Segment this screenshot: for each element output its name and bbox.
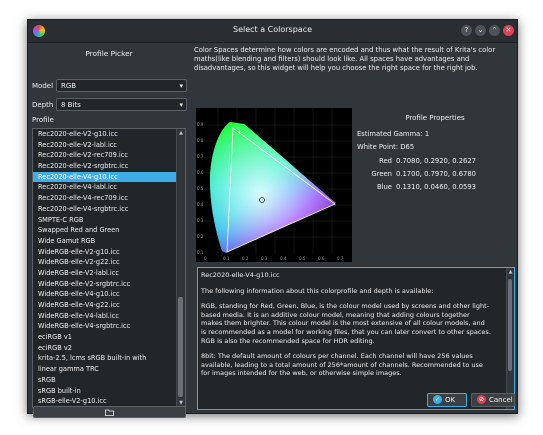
gamma-value: 1 <box>424 130 430 138</box>
scroll-up-icon[interactable]: ▲ <box>177 129 185 137</box>
profile-list-item[interactable]: linear gamma TRC <box>33 364 178 375</box>
blue-label: Blue <box>376 183 392 191</box>
cancel-icon: ⊘ <box>477 395 486 404</box>
profile-list-item[interactable]: WideRGB-elle-V2-labl.icc <box>33 268 178 279</box>
green-label: Green <box>371 170 392 178</box>
ok-button-label: OK <box>445 396 456 404</box>
chromaticity-diagram: 0.9 0.8 0.7 0.6 0.5 0.4 0.3 0.2 0.1 0 0.1 0.2 0.3 0.… <box>196 108 352 262</box>
help-icon[interactable]: ? <box>461 25 472 36</box>
profile-info-box[interactable]: Rec2020-elle-V4-g10.icc The following in… <box>197 267 515 410</box>
profile-list-item[interactable]: WideRGB-elle-V4-srgbtrc.icc <box>33 321 178 332</box>
scrollbar-thumb[interactable] <box>178 297 183 397</box>
y-tick-label: 0.1 <box>197 250 204 255</box>
x-tick-label: 0.7 <box>337 256 344 261</box>
model-label: Model <box>32 82 54 90</box>
profile-list-item[interactable]: WideRGB-elle-V4-g22.icc <box>33 300 178 311</box>
profile-list-item[interactable]: WideRGB-elle-V4-labl.icc <box>33 311 178 322</box>
profile-picker-panel: Profile Picker Model RGB ▾ Depth 8 Bits … <box>32 42 190 418</box>
green-value: 0.1700, 0.7970, 0.6780 <box>396 170 476 178</box>
ok-button[interactable]: ✓ OK <box>427 393 467 407</box>
profile-list-item[interactable]: Rec2020-elle-V2-g10.icc <box>33 129 178 140</box>
blue-value: 0.1310, 0.0460, 0.0593 <box>396 183 476 191</box>
maximize-icon[interactable]: ⌃ <box>489 25 500 36</box>
chromaticity-svg: 0.90.80.70.60.50.40.30.20.1 0 0.1 0.2 0.3 0.… <box>196 108 352 262</box>
folder-icon <box>105 409 114 416</box>
x-tick-label: 0.5 <box>299 256 306 261</box>
info-scrollbar[interactable]: ▲ ▼ <box>506 268 514 409</box>
profile-list-item[interactable]: Rec2020-elle-V2-labl.icc <box>33 140 178 151</box>
close-icon[interactable]: ✕ <box>503 25 514 36</box>
y-tick-label: 0.9 <box>197 122 204 127</box>
x-tick-label: 0.3 <box>261 256 268 261</box>
profile-list-item[interactable]: eciRGB v2 <box>33 343 178 354</box>
open-profile-folder-button[interactable] <box>33 406 186 418</box>
depth-label: Depth <box>32 101 54 109</box>
y-tick-label: 0.3 <box>197 218 204 223</box>
info-depth-text: 8bit: The default amount of colours per … <box>201 352 483 378</box>
checkmark-icon: ✓ <box>433 395 442 404</box>
profile-list-item[interactable]: WideRGB-elle-V2-srgbtrc.icc <box>33 279 178 290</box>
y-tick-label: 0.8 <box>197 138 204 143</box>
profile-list-item[interactable]: krita-2.5, lcms sRGB built-in with <box>33 353 178 364</box>
info-intro: The following information about this col… <box>201 286 434 295</box>
y-tick-label: 0.4 <box>197 202 204 207</box>
profile-properties-heading: Profile Properties <box>405 114 465 122</box>
red-label: Red <box>379 157 392 165</box>
profile-picker-heading: Profile Picker <box>85 49 133 58</box>
profile-list-item[interactable]: Swapped Red and Green <box>33 225 178 236</box>
profile-list-item[interactable]: sRGB <box>33 375 178 386</box>
profile-list-item[interactable]: Rec2020-elle-V4-labl.icc <box>33 182 178 193</box>
window-title: Select a Colorspace <box>232 25 313 34</box>
model-select-value: RGB <box>61 82 77 90</box>
depth-select[interactable]: 8 Bits ▾ <box>56 98 187 111</box>
profile-list-items: Rec2020-elle-V2-g10.icc Rec2020-elle-V2-l… <box>33 129 178 407</box>
scroll-up-icon[interactable]: ▲ <box>507 268 514 276</box>
gamma-row: Estimated Gamma: 1 <box>357 130 429 138</box>
profile-details-panel: Color Spaces determine how colors are en… <box>194 42 516 410</box>
white-point-label: White Point: <box>357 143 399 151</box>
profile-list[interactable]: Rec2020-elle-V2-g10.icc Rec2020-elle-V2-l… <box>32 128 186 408</box>
y-tick-label: 0.5 <box>197 186 204 191</box>
gamma-label: Estimated Gamma: <box>357 130 423 138</box>
cancel-button-label: Cancel <box>489 396 513 404</box>
depth-select-value: 8 Bits <box>61 101 81 109</box>
x-tick-label: 0.6 <box>318 256 325 261</box>
info-profile-name: Rec2020-elle-V4-g10.icc <box>201 271 280 279</box>
colorspace-description: Color Spaces determine how colors are en… <box>194 46 496 72</box>
profile-list-item[interactable]: Rec2020-elle-V4-rec709.icc <box>33 193 178 204</box>
profile-list-item[interactable]: eciRGB v1 <box>33 332 178 343</box>
minimize-icon[interactable]: ⌄ <box>475 25 486 36</box>
x-tick-label: 0.4 <box>280 256 287 261</box>
profile-list-item[interactable]: Rec2020-elle-V4-g10.icc <box>33 171 178 183</box>
profile-list-item[interactable]: SMPTE-C RGB <box>33 215 178 226</box>
chevron-down-icon: ▾ <box>179 82 183 90</box>
y-tick-label: 0.7 <box>197 154 204 159</box>
profile-list-item[interactable]: Rec2020-elle-V2-rec709.icc <box>33 150 178 161</box>
colorspace-dialog: Select a Colorspace ? ⌄ ⌃ ✕ Profile Pick… <box>27 19 518 418</box>
profile-properties: Profile Properties Estimated Gamma: 1 Wh… <box>354 108 516 262</box>
info-model-text: RGB, standing for Red, Green, Blue, is t… <box>201 302 491 345</box>
x-tick-label: 0.1 <box>223 256 230 261</box>
profile-list-item[interactable]: Rec2020-elle-V4-srgbtrc.icc <box>33 204 178 215</box>
model-select[interactable]: RGB ▾ <box>56 79 187 92</box>
white-point-value: D65 <box>400 143 415 151</box>
red-value: 0.7080, 0.2920, 0.2627 <box>396 157 476 165</box>
y-tick-labels: 0.9 0.8 0.7 0.6 0.5 0.4 0.3 0.2 0.1 <box>197 122 204 255</box>
profile-list-item[interactable]: Rec2020-elle-V2-srgbtrc.icc <box>33 161 178 172</box>
white-point-row: White Point: D65 <box>357 143 414 151</box>
profile-list-item[interactable]: WideRGB-elle-V2-g22.icc <box>33 257 178 268</box>
title-bar: Select a Colorspace ? ⌄ ⌃ ✕ <box>28 20 517 43</box>
scrollbar-thumb[interactable] <box>508 279 512 371</box>
profile-list-item[interactable]: WideRGB-elle-V2-g10.icc <box>33 247 178 258</box>
cancel-button[interactable]: ⊘ Cancel <box>471 393 515 407</box>
y-tick-label: 0.2 <box>197 234 204 239</box>
profile-label: Profile <box>32 116 54 124</box>
x-tick-label: 0.2 <box>242 256 249 261</box>
profile-list-scrollbar[interactable]: ▲ ▼ <box>176 129 185 407</box>
chevron-down-icon: ▾ <box>179 101 183 109</box>
y-tick-label: 0.6 <box>197 170 204 175</box>
profile-list-item[interactable]: sRGB built-in <box>33 386 178 397</box>
profile-list-item[interactable]: Wide Gamut RGB <box>33 236 178 247</box>
profile-list-item[interactable]: WideRGB-elle-V4-g10.icc <box>33 289 178 300</box>
